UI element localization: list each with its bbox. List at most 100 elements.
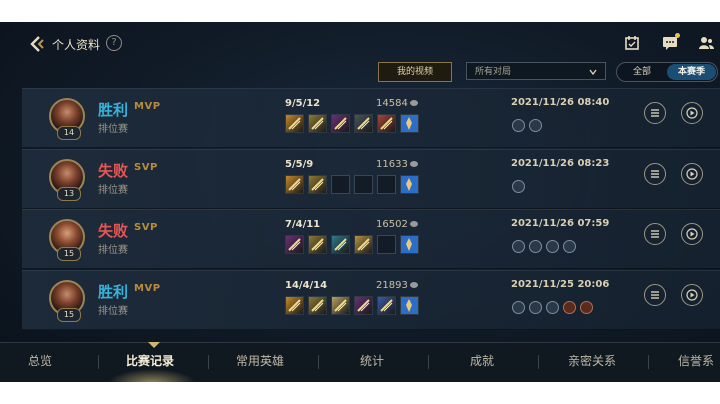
tab-achievements[interactable]: 成就 [470,343,494,382]
segment-all[interactable]: 全部 [617,63,667,81]
equipment-item-icon [354,114,373,133]
coin-icon [409,221,418,227]
equipment-item-icon [331,235,350,254]
equipment-item-icon [354,235,373,254]
item-build [285,235,423,255]
honor-badge: MVP [134,283,161,294]
honor-badge: MVP [134,101,161,112]
item-build [285,114,423,134]
match-row[interactable]: 13 失败 SVP 排位赛 5/5/9 11633 2021/11/26 08:23 [22,149,720,209]
list-icon [651,170,659,178]
nav-divider [538,355,539,369]
page-title: 个人资料 [52,38,101,52]
match-result: 失败 [98,162,129,180]
equipment-item-icon [308,235,327,254]
tab-credit-system[interactable]: 信誉系统 [678,343,720,382]
kda-stats: 14/4/14 [285,280,328,291]
segment-this-season[interactable]: 本赛季 [667,64,716,80]
tab-relationships[interactable]: 亲密关系 [568,343,616,382]
empty-item-slot [354,175,373,194]
nav-divider [318,355,319,369]
match-mode: 排位赛 [98,245,128,256]
rune-icon [563,240,576,253]
help-icon[interactable]: ? [106,35,122,51]
notification-dot [675,33,680,38]
match-result: 胜利 [98,101,129,119]
profile-screen: 个人资料 ? 我的视频 所有对局 全部 本赛季 14 胜利 MVP 排位赛 9/5/12… [0,22,720,382]
rune-icon [512,240,525,253]
friends-icon[interactable] [698,35,714,51]
trinket-item-icon [400,175,419,194]
play-icon [686,289,698,301]
back-icon[interactable] [28,35,46,53]
tab-statistics[interactable]: 统计 [360,343,384,382]
season-filter-toggle: 全部 本赛季 [616,62,718,82]
list-icon [651,109,659,117]
equipment-item-icon [331,296,350,315]
gold-earned: 16502 [376,219,418,230]
rune-icon [546,301,559,314]
coin-icon [409,161,418,167]
my-videos-button[interactable]: 我的视频 [378,62,452,82]
item-build [285,296,423,316]
honor-badge: SVP [134,222,158,233]
nav-divider [428,355,429,369]
match-details-button[interactable] [644,223,666,245]
list-icon [651,230,659,238]
hero-level-badge: 15 [57,247,81,261]
rune-list [512,297,597,314]
coin-icon [409,100,418,106]
tab-match-history[interactable]: 比赛记录 [126,343,174,382]
gold-earned: 11633 [376,159,418,170]
trinket-item-icon [400,235,419,254]
kda-stats: 9/5/12 [285,98,321,109]
equipment-item-icon [308,114,327,133]
hero-level-badge: 15 [57,308,81,322]
rune-icon [563,301,576,314]
equipment-item-icon [377,114,396,133]
gold-value: 21893 [376,280,408,291]
empty-item-slot [331,175,350,194]
match-row[interactable]: 15 失败 SVP 排位赛 7/4/11 16502 2021/11/26 07:59 [22,209,720,269]
equipment-item-icon [308,296,327,315]
empty-item-slot [377,235,396,254]
equipment-item-icon [285,114,304,133]
calendar-icon[interactable] [624,35,640,51]
bottom-nav: 总览 比赛记录 常用英雄 统计 成就 亲密关系 信誉系统 [0,342,720,382]
trinket-item-icon [400,296,419,315]
rune-icon [529,119,542,132]
match-type-select[interactable]: 所有对局 [466,62,606,80]
nav-divider [98,355,99,369]
play-icon [686,107,698,119]
hero-level-badge: 14 [57,126,81,140]
rune-icon [529,240,542,253]
match-date: 2021/11/26 08:23 [511,158,610,169]
tab-favorite-heroes[interactable]: 常用英雄 [236,343,284,382]
match-details-button[interactable] [644,102,666,124]
match-row[interactable]: 15 胜利 MVP 排位赛 14/4/14 21893 2021/11/25 20:06 [22,270,720,330]
play-icon [686,228,698,240]
equipment-item-icon [308,175,327,194]
match-row[interactable]: 14 胜利 MVP 排位赛 9/5/12 14584 2021/11/26 08:40 [22,88,720,148]
match-date: 2021/11/26 07:59 [511,218,610,229]
kda-stats: 7/4/11 [285,219,321,230]
equipment-item-icon [354,296,373,315]
match-date: 2021/11/25 20:06 [511,279,610,290]
rune-icon [580,301,593,314]
match-details-button[interactable] [644,163,666,185]
gold-earned: 21893 [376,280,418,291]
replay-button[interactable] [681,163,703,185]
replay-button[interactable] [681,284,703,306]
gold-earned: 14584 [376,98,418,109]
nav-divider [648,355,649,369]
match-type-value: 所有对局 [475,67,512,77]
hero-level-badge: 13 [57,187,81,201]
replay-button[interactable] [681,102,703,124]
rune-icon [529,301,542,314]
gold-value: 16502 [376,219,408,230]
tab-overview[interactable]: 总览 [28,343,52,382]
match-mode: 排位赛 [98,124,128,135]
equipment-item-icon [377,296,396,315]
match-details-button[interactable] [644,284,666,306]
replay-button[interactable] [681,223,703,245]
